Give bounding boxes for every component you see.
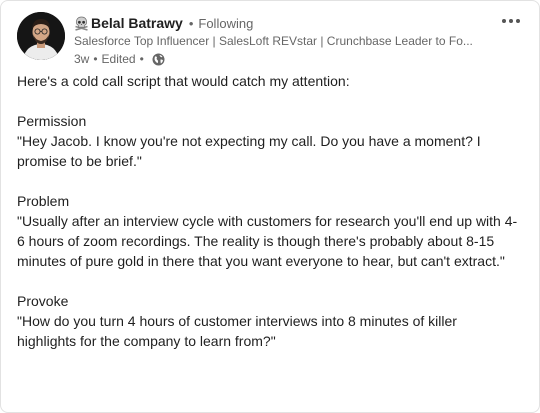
skull-icon: [74, 16, 89, 31]
author-name[interactable]: Belal Batrawy: [91, 15, 183, 31]
post-time[interactable]: 3w: [74, 52, 89, 66]
edited-label: Edited: [101, 52, 136, 66]
author-meta: Belal Batrawy • Following Salesforce Top…: [74, 13, 481, 67]
author-name-line: Belal Batrawy • Following: [74, 13, 481, 33]
separator-dot: •: [139, 52, 144, 66]
post-paragraph-problem: Problem "Usually after an interview cycl…: [17, 193, 518, 269]
separator-dot: •: [188, 15, 194, 31]
post-paragraph-permission: Permission "Hey Jacob. I know you're not…: [17, 113, 481, 169]
follow-status[interactable]: Following: [198, 16, 253, 31]
globe-icon: [152, 53, 165, 66]
post-paragraph-provoke: Provoke "How do you turn 4 hours of cust…: [17, 293, 457, 349]
author-avatar[interactable]: [17, 12, 65, 60]
post-time-line: 3w • Edited •: [74, 51, 481, 67]
author-headline: Salesforce Top Influencer | SalesLoft RE…: [74, 34, 473, 48]
separator-dot: •: [93, 52, 98, 66]
post-paragraph-intro: Here's a cold call script that would cat…: [17, 73, 350, 89]
post-body: Here's a cold call script that would cat…: [17, 71, 519, 351]
feed-post: Belal Batrawy • Following Salesforce Top…: [0, 0, 540, 413]
more-icon[interactable]: [499, 13, 523, 29]
post-header: Belal Batrawy • Following Salesforce Top…: [17, 11, 523, 67]
